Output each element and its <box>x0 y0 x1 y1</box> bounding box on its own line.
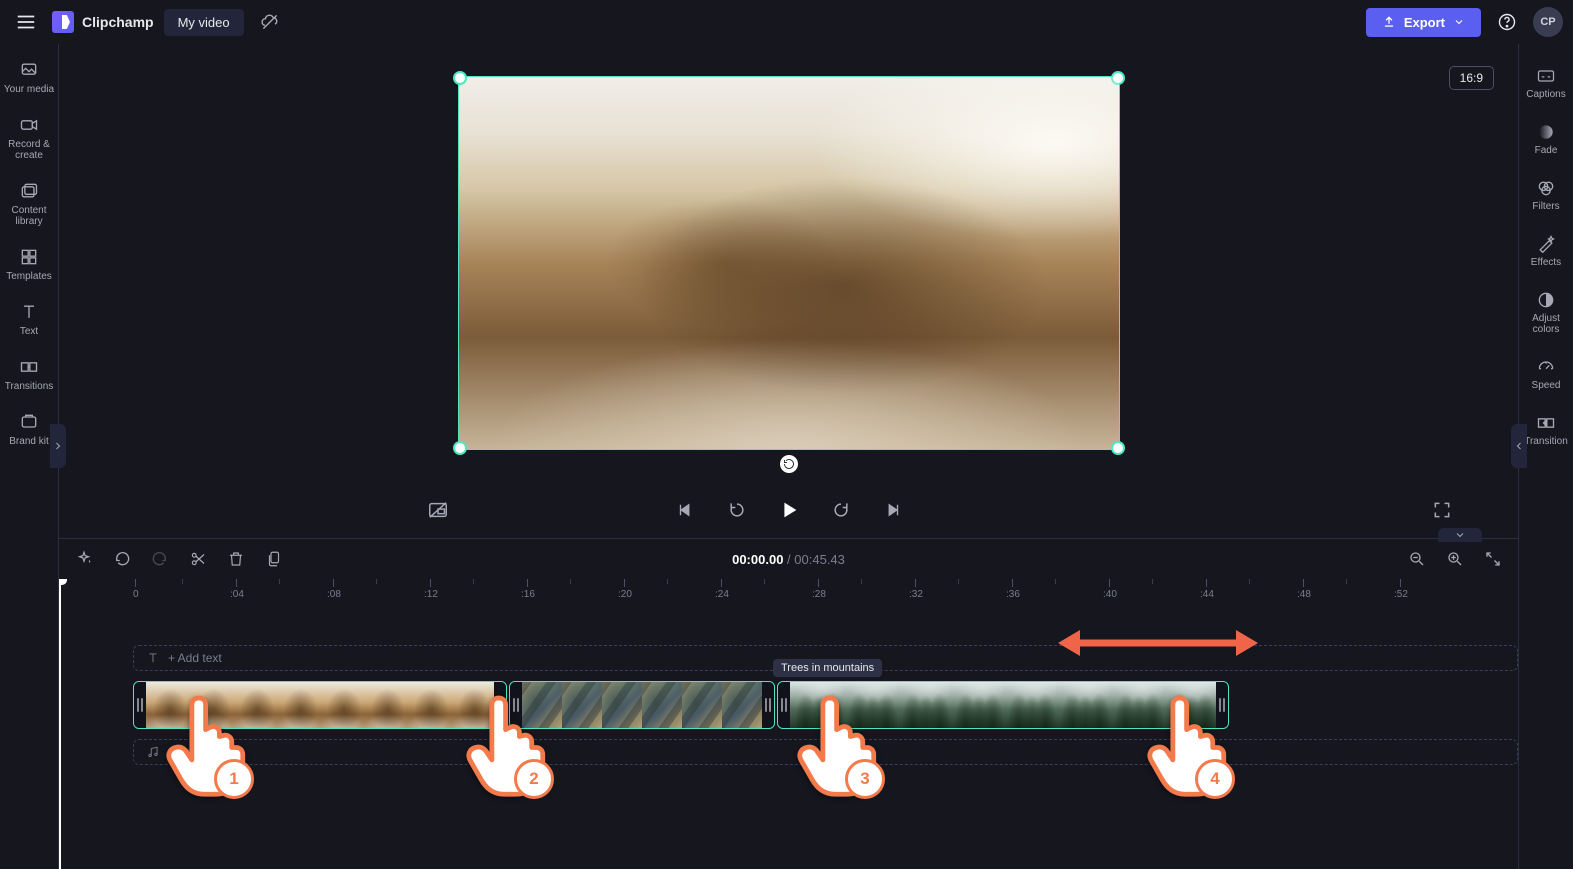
zoom-out-button[interactable] <box>1406 548 1428 570</box>
contrast-icon <box>1536 290 1556 310</box>
clip-trim-left[interactable] <box>134 682 146 728</box>
clip-rivers[interactable] <box>509 681 775 729</box>
sidebar-item-content-library[interactable]: Content library <box>1 173 57 235</box>
duplicate-button[interactable] <box>263 548 285 570</box>
redo-button <box>149 548 171 570</box>
clip-trim-right[interactable] <box>762 682 774 728</box>
clip-trim-left[interactable] <box>510 682 522 728</box>
brand[interactable]: Clipchamp <box>52 11 154 33</box>
timeline-panel: 00:00.00 / 00:45.43 0 :04:08:12:16:20:24… <box>59 538 1518 869</box>
timeline-ruler[interactable]: 0 :04:08:12:16:20:24:28:32:36:40:44:48:5… <box>133 579 1518 605</box>
brand-name: Clipchamp <box>82 14 154 30</box>
rotate-handle[interactable] <box>780 455 798 473</box>
timeline-tracks[interactable]: 0 :04:08:12:16:20:24:28:32:36:40:44:48:5… <box>59 579 1518 869</box>
sidebar-item-filters[interactable]: Filters <box>1520 170 1572 220</box>
step-forward-button[interactable] <box>827 496 855 524</box>
project-title[interactable]: My video <box>164 9 244 36</box>
sidebar-item-transition[interactable]: Transition <box>1520 405 1572 455</box>
sidebar-item-speed[interactable]: Speed <box>1520 349 1572 399</box>
sidebar-item-adjust-colors[interactable]: Adjust colors <box>1520 282 1572 343</box>
video-track[interactable]: Trees in mountains <box>133 681 1518 729</box>
help-button[interactable] <box>1491 6 1523 38</box>
brand-kit-icon <box>19 412 39 432</box>
playhead[interactable] <box>59 579 61 869</box>
menu-button[interactable] <box>10 6 42 38</box>
cloud-sync-off-icon[interactable] <box>254 6 286 38</box>
skip-end-button[interactable] <box>879 496 907 524</box>
clipchamp-logo-icon <box>52 11 74 33</box>
sidebar-item-captions[interactable]: Captions <box>1520 58 1572 108</box>
text-icon <box>146 651 160 665</box>
preview-canvas[interactable] <box>458 76 1120 450</box>
skip-start-button[interactable] <box>671 496 699 524</box>
user-avatar[interactable]: CP <box>1533 7 1563 37</box>
resize-handle-tr[interactable] <box>1111 71 1125 85</box>
step-back-button[interactable] <box>723 496 751 524</box>
ai-sparkle-button[interactable] <box>73 548 95 570</box>
export-label: Export <box>1404 15 1445 30</box>
camera-icon <box>19 115 39 135</box>
library-icon <box>19 181 39 201</box>
sidebar-item-transitions[interactable]: Transitions <box>1 349 57 400</box>
templates-icon <box>19 247 39 267</box>
clip-tooltip: Trees in mountains <box>773 659 882 677</box>
left-sidebar: Your media Record & create Content libra… <box>0 44 59 869</box>
sidebar-item-your-media[interactable]: Your media <box>1 52 57 103</box>
sidebar-item-text[interactable]: Text <box>1 294 57 345</box>
text-icon <box>19 302 39 322</box>
effects-icon <box>1536 234 1556 254</box>
transition-icon <box>1536 413 1556 433</box>
sidebar-item-fade[interactable]: Fade <box>1520 114 1572 164</box>
timecode: 00:00.00 / 00:45.43 <box>732 552 845 567</box>
clip-trim-left[interactable] <box>778 682 790 728</box>
fade-icon <box>1536 122 1556 142</box>
sidebar-item-effects[interactable]: Effects <box>1520 226 1572 276</box>
sidebar-item-brand-kit[interactable]: Brand kit <box>1 404 57 455</box>
clip-trim-right[interactable] <box>1216 682 1228 728</box>
captions-icon <box>1536 66 1556 86</box>
clip-desert[interactable] <box>133 681 507 729</box>
resize-handle-br[interactable] <box>1111 441 1125 455</box>
transitions-icon <box>19 357 39 377</box>
speed-icon <box>1536 357 1556 377</box>
timeline-toolbar: 00:00.00 / 00:45.43 <box>59 539 1518 579</box>
delete-button[interactable] <box>225 548 247 570</box>
audio-track[interactable]: + Add audio <box>133 739 1518 765</box>
undo-button[interactable] <box>111 548 133 570</box>
right-sidebar-expand[interactable] <box>1511 424 1527 468</box>
right-sidebar: Captions Fade Filters Effects Adjust col… <box>1518 44 1573 869</box>
clip-trees[interactable] <box>777 681 1229 729</box>
filters-icon <box>1536 178 1556 198</box>
sidebar-item-templates[interactable]: Templates <box>1 239 57 290</box>
aspect-ratio-button[interactable]: 16:9 <box>1449 66 1494 90</box>
picture-in-picture-off-icon[interactable] <box>424 496 452 524</box>
audio-icon <box>146 745 160 759</box>
resize-handle-bl[interactable] <box>453 441 467 455</box>
media-icon <box>19 60 39 80</box>
split-button[interactable] <box>187 548 209 570</box>
export-button[interactable]: Export <box>1366 8 1481 37</box>
editor-stage: 16:9 <box>59 44 1518 869</box>
resize-handle-tl[interactable] <box>453 71 467 85</box>
play-button[interactable] <box>775 496 803 524</box>
header: Clipchamp My video Export CP <box>0 0 1573 44</box>
playback-controls <box>59 482 1518 538</box>
sidebar-item-record-create[interactable]: Record & create <box>1 107 57 169</box>
chevron-down-icon <box>1453 16 1465 28</box>
fullscreen-button[interactable] <box>1428 496 1456 524</box>
fit-timeline-button[interactable] <box>1482 548 1504 570</box>
clip-trim-right[interactable] <box>494 682 506 728</box>
zoom-in-button[interactable] <box>1444 548 1466 570</box>
